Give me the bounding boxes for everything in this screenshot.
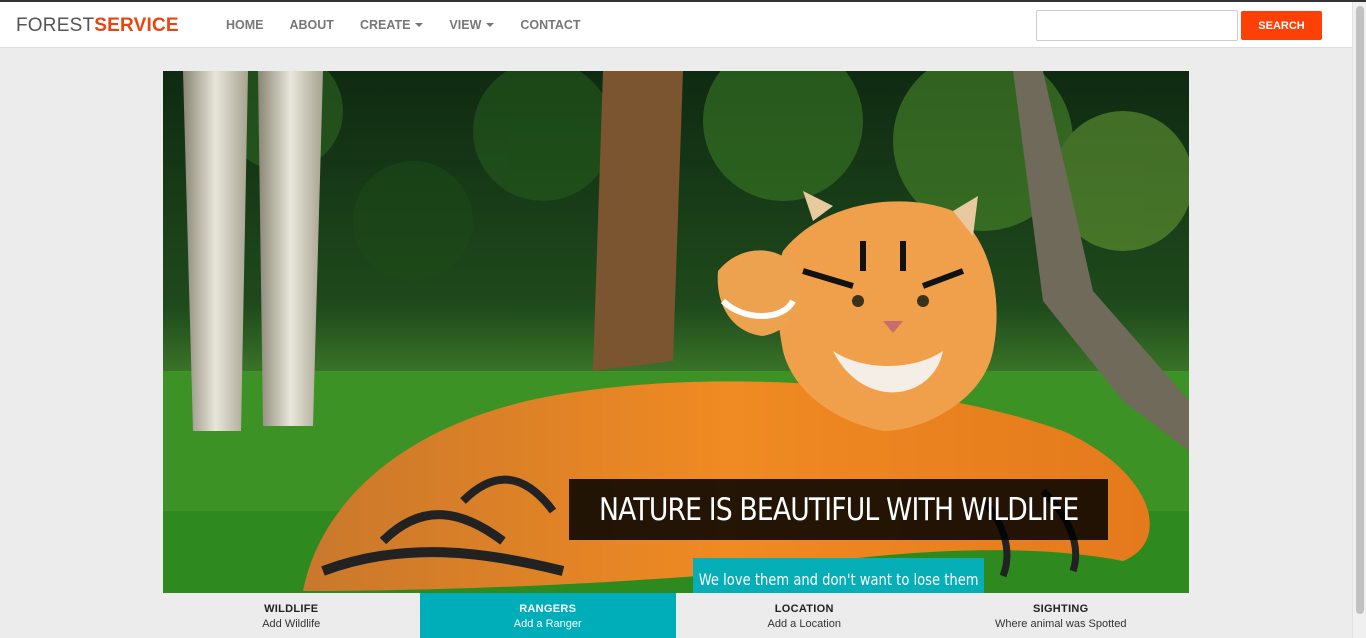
caret-down-icon [486, 23, 495, 27]
nav-contact[interactable]: CONTACT [507, 2, 593, 48]
nav-view-label: VIEW [449, 18, 482, 32]
caret-down-icon [415, 23, 424, 27]
hero-subtitle-button[interactable]: We love them and don't want to lose them [693, 558, 984, 593]
hero-title-text: NATURE IS BEAUTIFUL WITH WILDLIFE [598, 491, 1079, 528]
hero-banner: NATURE IS BEAUTIFUL WITH WILDLIFE We lov… [163, 71, 1189, 593]
tab-wildlife[interactable]: WILDLIFE Add Wildlife [163, 593, 420, 638]
main-nav: HOME ABOUT CREATE VIEW CONTACT [213, 2, 594, 48]
navbar: FORESTSERVICE HOME ABOUT CREATE VIEW CON… [0, 2, 1352, 48]
tab-description: Add a Ranger [513, 618, 582, 630]
nav-home-label: HOME [226, 18, 264, 32]
nav-view-dropdown[interactable]: VIEW [436, 2, 507, 48]
brand-part-service: SERVICE [94, 15, 179, 36]
nav-about-label: ABOUT [289, 18, 334, 32]
tab-location[interactable]: LOCATION Add a Location [676, 593, 933, 638]
nav-contact-label: CONTACT [520, 18, 581, 32]
tab-title: LOCATION [774, 603, 834, 615]
nav-create-dropdown[interactable]: CREATE [347, 2, 436, 48]
tab-description: Add Wildlife [262, 618, 321, 630]
nav-home[interactable]: HOME [213, 2, 277, 48]
tab-title: RANGERS [519, 603, 577, 615]
nav-create-label: CREATE [359, 18, 411, 32]
tab-title: WILDLIFE [264, 603, 319, 615]
tab-description: Add a Location [767, 618, 841, 630]
scrollbar-thumb[interactable] [1356, 6, 1364, 614]
tab-sighting[interactable]: SIGHTING Where animal was Spotted [933, 593, 1190, 638]
tab-description: Where animal was Spotted [995, 618, 1127, 630]
hero-title: NATURE IS BEAUTIFUL WITH WILDLIFE [569, 479, 1108, 540]
brand-part-forest: FOREST [16, 15, 95, 36]
vertical-scrollbar[interactable] [1352, 2, 1366, 638]
hero-subtitle-text: We love them and don't want to lose them [698, 570, 979, 589]
search-input[interactable] [1036, 10, 1238, 41]
search-button[interactable]: SEARCH [1241, 11, 1322, 40]
nav-about[interactable]: ABOUT [277, 2, 347, 48]
brand-logo[interactable]: FORESTSERVICE [16, 15, 179, 37]
tab-rangers[interactable]: RANGERS Add a Ranger [419, 593, 676, 638]
feature-tabs: WILDLIFE Add Wildlife RANGERS Add a Rang… [163, 593, 1189, 638]
tab-title: SIGHTING [1032, 603, 1089, 615]
